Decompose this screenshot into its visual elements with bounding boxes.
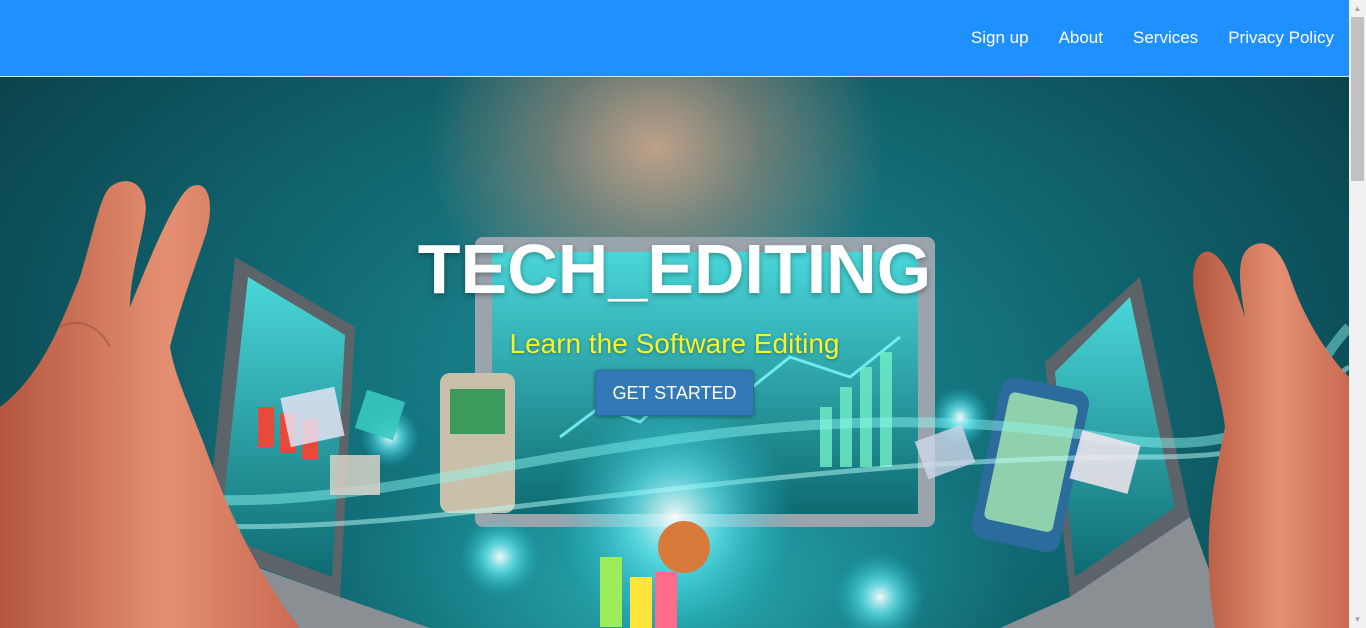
nav-link-privacy-policy[interactable]: Privacy Policy (1228, 28, 1334, 48)
scroll-up-arrow-icon[interactable]: ▲ (1349, 0, 1366, 17)
nav-link-sign-up[interactable]: Sign up (971, 28, 1029, 48)
nav-link-services[interactable]: Services (1133, 28, 1198, 48)
hero-content: TECH_EDITING Learn the Software Editing … (0, 77, 1349, 628)
hero-subtitle: Learn the Software Editing (509, 328, 840, 359)
vertical-scrollbar[interactable]: ▲ ▼ (1349, 0, 1366, 628)
page: Sign up About Services Privacy Policy TE… (0, 0, 1349, 628)
scroll-down-arrow-icon[interactable]: ▼ (1349, 611, 1366, 628)
top-navbar: Sign up About Services Privacy Policy (0, 0, 1349, 77)
nav-links: Sign up About Services Privacy Policy (971, 0, 1334, 76)
nav-link-about[interactable]: About (1059, 28, 1103, 48)
get-started-button[interactable]: GET STARTED (595, 370, 754, 416)
hero-title: TECH_EDITING (417, 230, 932, 308)
scrollbar-thumb[interactable] (1351, 17, 1364, 181)
hero-section: TECH_EDITING Learn the Software Editing … (0, 77, 1349, 628)
